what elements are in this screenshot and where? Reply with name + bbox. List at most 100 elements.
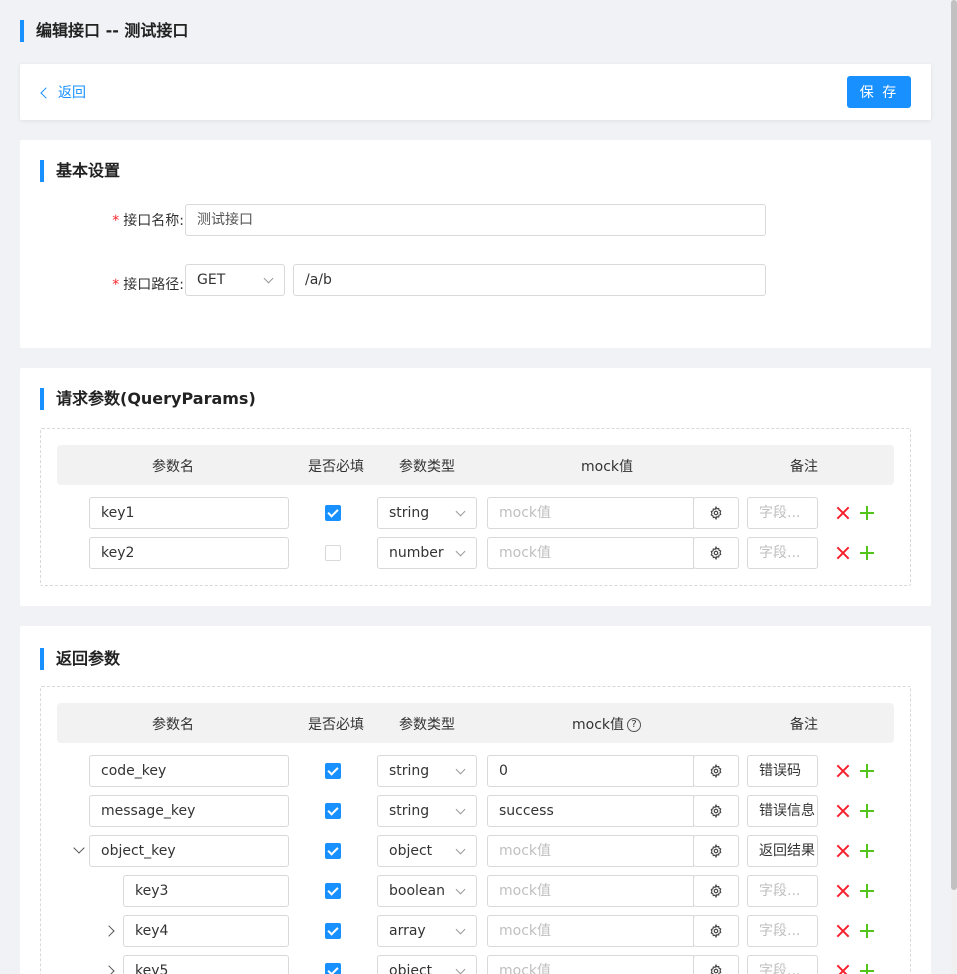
param-name-input[interactable]: object_key xyxy=(89,835,289,867)
page-title: 编辑接口 -- 测试接口 xyxy=(20,20,188,42)
param-name-input[interactable]: key5 xyxy=(123,955,289,974)
gear-icon xyxy=(709,884,723,898)
table-row: key1 string mock值 字段... xyxy=(41,497,912,529)
plus-icon[interactable] xyxy=(860,924,874,938)
chevron-right-icon[interactable] xyxy=(103,965,115,974)
param-type-value: array xyxy=(389,923,426,939)
gear-icon xyxy=(709,844,723,858)
required-checkbox[interactable] xyxy=(325,923,341,939)
col-header-name: 参数名 xyxy=(152,717,194,733)
chevron-down-icon xyxy=(455,884,466,895)
param-name-input[interactable]: code_key xyxy=(89,755,289,787)
param-type-select[interactable]: object xyxy=(377,835,477,867)
mock-value-input[interactable]: mock值 xyxy=(487,537,694,569)
param-name-input[interactable]: message_key xyxy=(89,795,289,827)
gear-icon xyxy=(709,764,723,778)
mock-settings-button[interactable] xyxy=(693,537,739,569)
method-select[interactable]: GET xyxy=(185,264,285,296)
required-checkbox[interactable] xyxy=(325,763,341,779)
scrollbar-thumb[interactable] xyxy=(951,0,957,890)
chevron-down-icon[interactable] xyxy=(73,842,85,854)
table-header: 参数名 是否必填 参数类型 mock值 备注 xyxy=(57,445,894,485)
required-checkbox[interactable] xyxy=(325,963,341,974)
interface-name-label: * 接口名称: xyxy=(112,213,184,229)
plus-icon[interactable] xyxy=(860,804,874,818)
plus-icon[interactable] xyxy=(860,546,874,560)
required-checkbox[interactable] xyxy=(325,803,341,819)
note-input[interactable]: 字段... xyxy=(747,537,818,569)
mock-value-input[interactable]: mock值 xyxy=(487,955,694,974)
mock-value-input[interactable]: 0 xyxy=(487,755,694,787)
param-type-select[interactable]: string xyxy=(377,755,477,787)
chevron-right-icon[interactable] xyxy=(103,925,115,937)
required-checkbox[interactable] xyxy=(325,883,341,899)
mock-value-input[interactable]: mock值 xyxy=(487,915,694,947)
table-row: object_key object mock值 返回结果 xyxy=(41,835,912,867)
close-icon[interactable] xyxy=(836,764,850,778)
interface-name-input[interactable]: 测试接口 xyxy=(185,204,766,236)
col-header-type: 参数类型 xyxy=(399,717,455,733)
back-link[interactable]: 返回 xyxy=(40,82,86,102)
note-input[interactable]: 字段... xyxy=(747,497,818,529)
response-params-table: 参数名 是否必填 参数类型 mock值? 备注 code_key string 0 错… xyxy=(40,686,911,974)
close-icon[interactable] xyxy=(836,804,850,818)
chevron-down-icon xyxy=(455,546,466,557)
mock-value-input[interactable]: mock值 xyxy=(487,497,694,529)
col-header-mock: mock值? xyxy=(572,714,642,734)
plus-icon[interactable] xyxy=(860,506,874,520)
note-input[interactable]: 错误信息 xyxy=(747,795,818,827)
method-value: GET xyxy=(197,272,226,288)
param-type-select[interactable]: object xyxy=(377,955,477,974)
section-title-query: 请求参数(QueryParams) xyxy=(40,388,256,410)
note-input[interactable]: 字段... xyxy=(747,955,818,974)
close-icon[interactable] xyxy=(836,844,850,858)
close-icon[interactable] xyxy=(836,964,850,974)
chevron-down-icon xyxy=(455,924,466,935)
plus-icon[interactable] xyxy=(860,844,874,858)
param-name-input[interactable]: key1 xyxy=(89,497,289,529)
section-title-response: 返回参数 xyxy=(40,648,120,670)
close-icon[interactable] xyxy=(836,884,850,898)
interface-path-input[interactable]: /a/b xyxy=(293,264,766,296)
plus-icon[interactable] xyxy=(860,884,874,898)
plus-icon[interactable] xyxy=(860,964,874,974)
plus-icon[interactable] xyxy=(860,764,874,778)
mock-settings-button[interactable] xyxy=(693,835,739,867)
param-type-select[interactable]: string xyxy=(377,497,477,529)
question-circle-icon[interactable]: ? xyxy=(627,718,642,732)
mock-settings-button[interactable] xyxy=(693,755,739,787)
param-type-select[interactable]: string xyxy=(377,795,477,827)
scrollbar[interactable] xyxy=(951,0,957,974)
col-header-note: 备注 xyxy=(790,459,818,475)
param-type-select[interactable]: number xyxy=(377,537,477,569)
note-input[interactable]: 错误码 xyxy=(747,755,818,787)
close-icon[interactable] xyxy=(836,546,850,560)
section-title-basic: 基本设置 xyxy=(40,160,120,182)
mock-value-input[interactable]: mock值 xyxy=(487,835,694,867)
mock-settings-button[interactable] xyxy=(693,915,739,947)
gear-icon xyxy=(709,964,723,974)
param-type-select[interactable]: boolean xyxy=(377,875,477,907)
param-name-input[interactable]: key4 xyxy=(123,915,289,947)
mock-settings-button[interactable] xyxy=(693,497,739,529)
required-checkbox[interactable] xyxy=(325,505,341,521)
mock-settings-button[interactable] xyxy=(693,955,739,974)
param-name-input[interactable]: key3 xyxy=(123,875,289,907)
chevron-left-icon xyxy=(40,86,52,99)
required-checkbox[interactable] xyxy=(325,545,341,561)
mock-value-input[interactable]: mock值 xyxy=(487,875,694,907)
close-icon[interactable] xyxy=(836,506,850,520)
mock-settings-button[interactable] xyxy=(693,875,739,907)
param-name-input[interactable]: key2 xyxy=(89,537,289,569)
mock-settings-button[interactable] xyxy=(693,795,739,827)
note-input[interactable]: 字段... xyxy=(747,915,818,947)
required-checkbox[interactable] xyxy=(325,843,341,859)
gear-icon xyxy=(709,804,723,818)
close-icon[interactable] xyxy=(836,924,850,938)
save-button[interactable]: 保 存 xyxy=(847,76,911,108)
note-input[interactable]: 字段... xyxy=(747,875,818,907)
mock-value-input[interactable]: success xyxy=(487,795,694,827)
note-input[interactable]: 返回结果 xyxy=(747,835,818,867)
param-type-select[interactable]: array xyxy=(377,915,477,947)
table-row: message_key string success 错误信息 xyxy=(41,795,912,827)
